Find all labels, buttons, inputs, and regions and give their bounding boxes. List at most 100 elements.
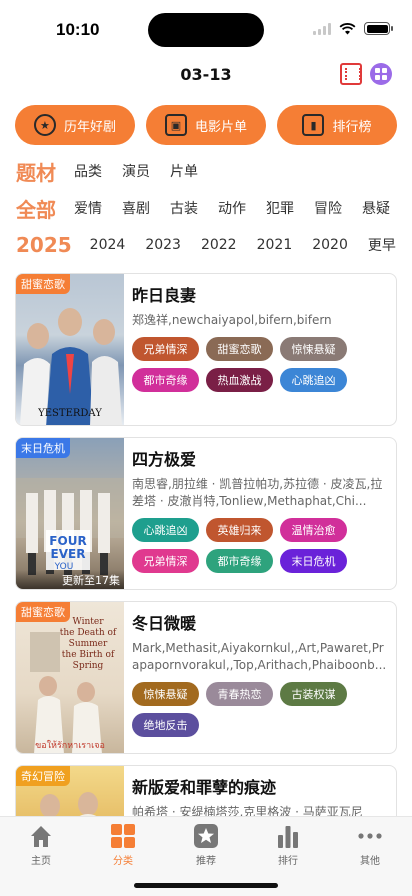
- card-cast: Mark,Methasit,Aiyakornkul,,Art,Pawaret,P…: [132, 641, 387, 672]
- star-icon: [193, 823, 219, 849]
- tab-label: 其他: [360, 856, 380, 867]
- poster-figures: YESTERDAY: [20, 308, 122, 425]
- genre-tag[interactable]: 都市奇缘: [206, 549, 273, 573]
- category-icon: [110, 823, 136, 849]
- tab-ranking[interactable]: 排行: [258, 823, 318, 867]
- genre-tag[interactable]: 古装权谋: [280, 682, 347, 706]
- filter-option[interactable]: 演员: [122, 161, 150, 181]
- card-body: 四方极爱 南思睿,朋拉维 · 凯普拉帕功,苏拉德 · 皮凌瓦,拉差塔 · 皮澈肖…: [132, 446, 388, 573]
- tag-list: 惊悚悬疑 青春热恋 古装权谋 绝地反击: [132, 682, 388, 737]
- genre-tag[interactable]: 甜蜜恋歌: [206, 337, 273, 361]
- filter-option[interactable]: 动作: [218, 198, 246, 218]
- card-title: 新版爱和罪孽的痕迹: [132, 778, 277, 797]
- filter-option[interactable]: 2021: [257, 237, 293, 253]
- svg-text:ขอให้รักหาเราเจอ: ขอให้รักหาเราเจอ: [35, 740, 105, 751]
- genre-tag[interactable]: 心跳追凶: [132, 518, 199, 542]
- svg-text:the Birth of: the Birth of: [62, 650, 115, 660]
- quick-link-classic-dramas[interactable]: ★ 历年好剧: [15, 105, 135, 145]
- bar-chart-icon: ▮: [302, 114, 325, 136]
- filter-category-selected[interactable]: 题材: [16, 157, 56, 186]
- film-icon[interactable]: [340, 63, 362, 85]
- card-cast: 郑逸祥,newchaiyapol,bifern,bifern: [132, 313, 332, 327]
- svg-text:EVER: EVER: [51, 547, 86, 561]
- wifi-icon: [339, 22, 356, 34]
- poster-image: Winter the Death of Summer the Birth of …: [16, 602, 124, 753]
- status-bar: 10:10: [0, 0, 412, 60]
- svg-text:Winter: Winter: [72, 617, 104, 627]
- genre-tag[interactable]: 兄弟情深: [132, 337, 199, 361]
- filter-option[interactable]: 犯罪: [266, 198, 294, 218]
- tab-label: 排行: [278, 856, 298, 867]
- status-icons: [313, 22, 393, 35]
- genre-tag[interactable]: 热血激战: [206, 368, 273, 392]
- genre-tag[interactable]: 英雄归来: [206, 518, 273, 542]
- poster-figures: Winter the Death of Summer the Birth of …: [30, 617, 117, 753]
- poster-badge: 奇幻冒险: [16, 766, 70, 786]
- filter-genre-selected[interactable]: 全部: [16, 194, 56, 223]
- tab-category[interactable]: 分类: [93, 823, 153, 867]
- filter-year-selected[interactable]: 2025: [16, 233, 72, 257]
- quick-link-ranking[interactable]: ▮ 排行榜: [277, 105, 397, 145]
- filter-option[interactable]: 悬疑: [362, 198, 390, 218]
- genre-tag[interactable]: 心跳追凶: [280, 368, 347, 392]
- filter-option[interactable]: 更早: [368, 235, 396, 255]
- genre-tag[interactable]: 惊悚悬疑: [132, 682, 199, 706]
- tab-recommend[interactable]: 推荐: [176, 823, 236, 867]
- tab-bar: 主页 分类 推荐 排行 其他: [0, 816, 412, 896]
- card-body: 冬日微暖 Mark,Methasit,Aiyakornkul,,Art,Pawa…: [132, 610, 388, 737]
- svg-text:the Death of: the Death of: [60, 628, 117, 638]
- filter-option[interactable]: 2020: [312, 237, 348, 253]
- genre-tag[interactable]: 温情治愈: [280, 518, 347, 542]
- filter-option[interactable]: 片单: [170, 161, 198, 181]
- tab-label: 分类: [113, 856, 133, 867]
- status-time: 10:10: [56, 20, 100, 39]
- genre-tag[interactable]: 青春热恋: [206, 682, 273, 706]
- genre-tag[interactable]: 都市奇缘: [132, 368, 199, 392]
- filter-row-category: 题材 品类 演员 片单: [16, 156, 402, 186]
- filter-row-year: 2025 2024 2023 2022 2021 2020 更早: [16, 230, 402, 260]
- header-actions: [340, 63, 392, 85]
- medal-icon: ★: [33, 114, 56, 136]
- genre-tag[interactable]: 兄弟情深: [132, 549, 199, 573]
- filter-option[interactable]: 2024: [90, 237, 126, 253]
- home-icon: [28, 823, 54, 849]
- apps-icon[interactable]: [370, 63, 392, 85]
- tag-list: 兄弟情深 甜蜜恋歌 惊悚悬疑 都市奇缘 热血激战 心跳追凶: [132, 337, 388, 392]
- genre-tag[interactable]: 惊悚悬疑: [280, 337, 347, 361]
- film-icon: ▣: [164, 114, 187, 136]
- poster-figures: FOUR EVER YOU: [16, 478, 124, 575]
- svg-text:FOUR: FOUR: [49, 534, 86, 548]
- quick-link-label: 历年好剧: [63, 119, 116, 135]
- quick-links: ★ 历年好剧 ▣ 电影片单 ▮ 排行榜: [15, 105, 397, 145]
- filter-row-genre: 全部 爱情 喜剧 古装 动作 犯罪 冒险 悬疑: [16, 193, 402, 223]
- svg-text:Spring: Spring: [73, 661, 104, 671]
- filter-option[interactable]: 喜剧: [122, 198, 150, 218]
- drama-card[interactable]: YESTERDAY 甜蜜恋歌 昨日良妻 郑逸祥,newchaiyapol,bif…: [15, 273, 397, 426]
- dynamic-island: [148, 13, 264, 47]
- poster-badge: 甜蜜恋歌: [16, 274, 70, 294]
- filter-option[interactable]: 2023: [145, 237, 181, 253]
- quick-link-label: 排行榜: [332, 119, 372, 135]
- genre-tag[interactable]: 绝地反击: [132, 713, 199, 737]
- poster-image: FOUR EVER YOU 末日危机 更新至17集: [16, 438, 124, 589]
- filter-option[interactable]: 品类: [74, 161, 102, 181]
- poster-badge: 甜蜜恋歌: [16, 602, 70, 622]
- home-indicator: [134, 883, 278, 888]
- drama-card[interactable]: Winter the Death of Summer the Birth of …: [15, 601, 397, 754]
- tab-label: 主页: [31, 856, 51, 867]
- poster-image: YESTERDAY 甜蜜恋歌: [16, 274, 124, 425]
- battery-icon: [364, 22, 393, 35]
- filter-option[interactable]: 2022: [201, 237, 237, 253]
- signal-icon: [313, 22, 331, 35]
- filter-option[interactable]: 爱情: [74, 198, 102, 218]
- drama-card[interactable]: FOUR EVER YOU 末日危机 更新至17集 四方极爱 南思睿,朋拉维 ·…: [15, 437, 397, 590]
- quick-link-movie-list[interactable]: ▣ 电影片单: [146, 105, 266, 145]
- filter-option[interactable]: 冒险: [314, 198, 342, 218]
- bar-chart-icon: [275, 823, 301, 849]
- filter-option[interactable]: 古装: [170, 198, 198, 218]
- genre-tag[interactable]: 末日危机: [280, 549, 347, 573]
- card-body: 昨日良妻 郑逸祥,newchaiyapol,bifern,bifern 兄弟情深…: [132, 282, 388, 392]
- tab-home[interactable]: 主页: [11, 823, 71, 867]
- svg-text:YESTERDAY: YESTERDAY: [37, 408, 102, 419]
- tab-more[interactable]: 其他: [340, 823, 400, 867]
